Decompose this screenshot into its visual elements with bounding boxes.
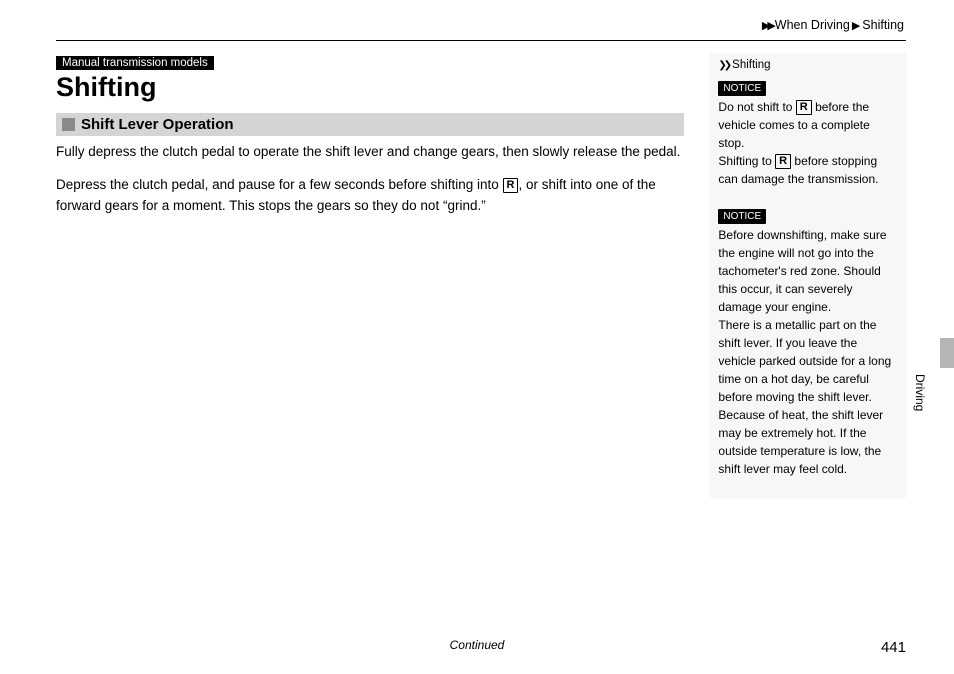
paragraph: Fully depress the clutch pedal to operat…	[56, 142, 684, 163]
chevron-right-icon: ❯❯	[718, 60, 729, 71]
gear-indicator: R	[775, 154, 791, 169]
notice-badge: NOTICE	[718, 81, 766, 96]
model-tag: Manual transmission models	[56, 56, 214, 70]
paragraph: Depress the clutch pedal, and pause for …	[56, 175, 684, 217]
main-column: Manual transmission models Shifting Shif…	[56, 53, 684, 498]
section-tab-label: Driving	[913, 374, 927, 411]
notice-text: Before downshifting, make sure the engin…	[718, 226, 896, 316]
page-number: 441	[881, 639, 906, 656]
breadcrumb: ▶▶When Driving▶Shifting	[56, 18, 906, 32]
continued-label: Continued	[0, 638, 954, 652]
gear-indicator: R	[796, 100, 812, 115]
gear-indicator: R	[503, 178, 519, 193]
section-tab	[940, 338, 954, 368]
sidebar: ❯❯Shifting NOTICE Do not shift to R befo…	[710, 53, 906, 498]
chevron-right-icon: ▶	[852, 20, 860, 32]
notice-badge: NOTICE	[718, 209, 766, 224]
notice-text: Do not shift to R before the vehicle com…	[718, 98, 896, 188]
sidebar-paragraph: There is a metallic part on the shift le…	[718, 316, 896, 478]
sidebar-heading: ❯❯Shifting	[718, 57, 896, 74]
divider	[56, 40, 906, 41]
square-bullet-icon	[62, 118, 75, 131]
breadcrumb-item: Shifting	[862, 18, 904, 32]
page-title: Shifting	[56, 72, 684, 103]
section-heading-bar: Shift Lever Operation	[56, 113, 684, 136]
section-heading: Shift Lever Operation	[81, 116, 234, 133]
breadcrumb-item: When Driving	[775, 18, 850, 32]
body-text: Fully depress the clutch pedal to operat…	[56, 142, 684, 217]
chevron-right-icon: ▶▶	[762, 20, 773, 32]
